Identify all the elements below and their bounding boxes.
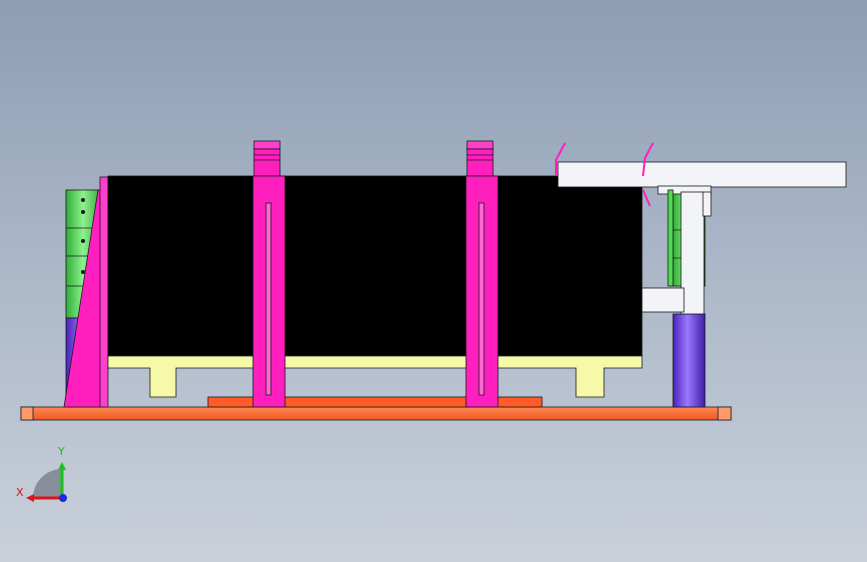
main-black-block[interactable] xyxy=(107,175,643,357)
clamp-post-slot xyxy=(478,202,485,396)
left-cylinder-hole xyxy=(81,238,86,243)
base-plate[interactable] xyxy=(20,406,732,421)
left-cylinder-hole xyxy=(81,269,86,274)
clamp-post-left[interactable] xyxy=(252,140,286,408)
triad-z-axis xyxy=(59,494,67,502)
triad-y-label: Y xyxy=(57,445,65,458)
clamp-post-neck xyxy=(253,148,281,177)
right-white-arm[interactable] xyxy=(557,161,847,188)
left-cylinder-hole xyxy=(81,197,86,202)
right-blue-cylinder[interactable] xyxy=(672,313,706,408)
triad-y-arrowhead xyxy=(58,462,66,470)
right-white-bracket-side xyxy=(680,191,705,315)
left-magenta-upright[interactable] xyxy=(99,176,109,408)
coordinate-triad: X Y xyxy=(16,445,67,502)
clamp-post-cap xyxy=(253,140,281,150)
assembly-model[interactable] xyxy=(20,140,847,421)
triad-quarter-disc xyxy=(33,469,62,498)
cad-viewport[interactable]: X Y xyxy=(0,0,867,562)
yellow-tray[interactable] xyxy=(107,355,643,398)
clamp-post-right[interactable] xyxy=(465,140,499,408)
right-green-sliver xyxy=(667,189,674,287)
clamp-post-slot xyxy=(265,202,272,396)
left-cylinder-hole xyxy=(81,209,86,214)
clamp-post-neck xyxy=(466,148,494,177)
triad-x-arrowhead xyxy=(26,494,34,502)
clamp-post-cap xyxy=(466,140,494,150)
right-white-bracket-lower[interactable] xyxy=(641,287,685,313)
triad-x-label: X xyxy=(16,486,24,499)
right-white-bracket-tab xyxy=(702,191,712,217)
right-spring-clip-c xyxy=(642,189,651,207)
base-plate-right-end xyxy=(717,406,732,421)
base-plate-left-end xyxy=(20,406,34,421)
